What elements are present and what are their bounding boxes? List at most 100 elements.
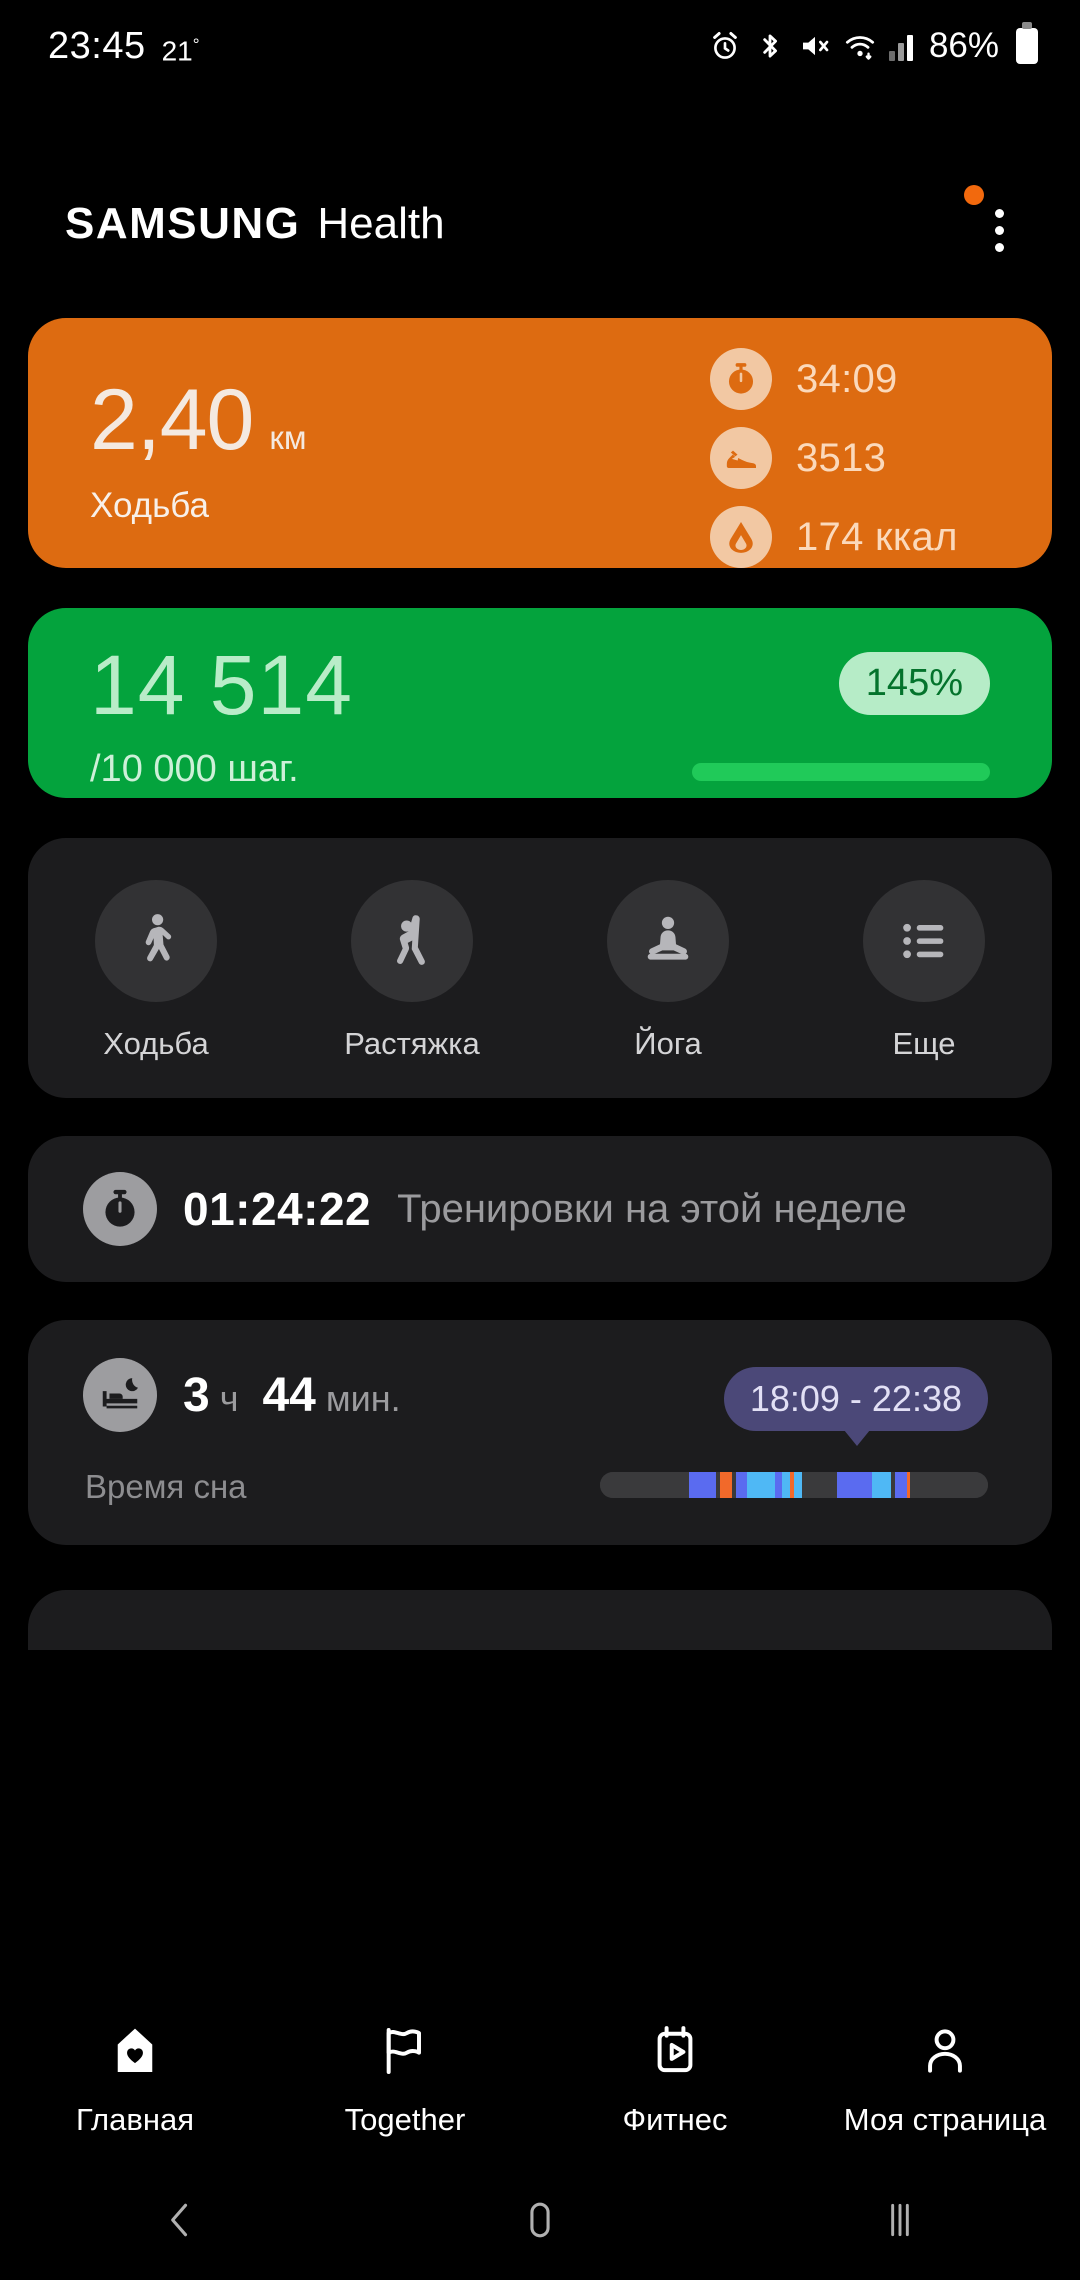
wifi-icon [845,36,875,60]
exercise-steps: 3513 [796,435,887,480]
nav-item-my-page[interactable]: Моя страница [810,2023,1080,2138]
steps-card[interactable]: 14 514 /10 000 шаг. 145% [28,608,1052,798]
exercise-stats: 34:09 3513 174 ккал [710,348,958,568]
person-icon [917,2023,973,2084]
stopwatch-icon [83,1172,157,1246]
status-bar-left: 23:45 21° [48,26,200,66]
sleep-stage-segment [747,1472,775,1498]
flag-icon [377,2023,433,2084]
flame-icon [710,506,772,568]
sleep-stage-segment [735,1472,748,1498]
steps-goal: /10 000 шаг. [90,748,299,790]
shortcut-label: Ходьба [103,1026,209,1061]
sleep-stage-segment [836,1472,872,1498]
exercise-card[interactable]: 2,40 км Ходьба 34:09 3513 174 ккал [28,318,1052,568]
more-dot [994,242,1004,252]
activity-shortcuts-card: Ходьба Растяжка Йога Еще [28,838,1052,1098]
nav-label: Фитнес [622,2101,728,2137]
sleep-duration: 3 ч 44 мин. [183,1368,401,1423]
app-logo: SAMSUNG Health [65,199,445,249]
shortcut-label: Еще [892,1026,956,1061]
home-icon [530,2202,550,2238]
sleep-stage-segment [894,1472,907,1498]
sleep-stage-segment [801,1472,837,1498]
back-icon [171,2203,188,2237]
more-dot [994,208,1004,218]
sleep-hours: 3 [183,1368,210,1422]
workout-card[interactable]: 01:24:22 Тренировки на этой неделе [28,1136,1052,1282]
exercise-type-label: Ходьба [90,486,210,525]
battery-icon [1016,22,1038,64]
list-more-icon [863,880,985,1002]
shortcut-label: Йога [634,1026,702,1061]
sleep-stage-segment [720,1472,732,1498]
stopwatch-icon [710,348,772,410]
steps-count: 14 514 [90,638,353,732]
brand-samsung: SAMSUNG [65,199,301,248]
recents-icon [891,2203,909,2237]
shortcut-yoga[interactable]: Йога [540,880,796,1062]
next-card-peek[interactable] [28,1590,1052,1650]
activity-shortcuts-row: Ходьба Растяжка Йога Еще [28,880,1052,1062]
more-options-button[interactable] [964,185,1034,269]
bottom-navigation: Главная Together Фитнес Моя страница [0,2000,1080,2160]
home-heart-icon [107,2023,163,2084]
nav-label: Together [344,2101,466,2137]
shortcut-stretching[interactable]: Растяжка [284,880,540,1062]
sleep-summary: 3 ч 44 мин. [83,1358,401,1432]
steps-percent-badge: 145% [838,652,990,715]
status-temperature: 21° [161,34,200,67]
app-name-health: Health [317,199,445,248]
sleep-stage-segment [689,1472,717,1498]
steps-progress-bar [692,763,990,781]
sleep-stage-segment [871,1472,891,1498]
app-bar: SAMSUNG Health [0,185,1080,295]
exercise-stat-row: 174 ккал [710,506,958,568]
exercise-calories: 174 ккал [796,514,958,559]
sleep-label: Время сна [85,1468,247,1505]
sleep-range-tooltip: 18:09 - 22:38 [723,1367,988,1446]
shortcut-walking[interactable]: Ходьба [28,880,284,1062]
back-button[interactable] [0,2198,360,2242]
nav-item-fitness[interactable]: Фитнес [540,2023,810,2138]
stretching-icon [351,880,473,1002]
exercise-summary: 2,40 км Ходьба [90,376,307,526]
shoe-icon [710,427,772,489]
sleep-stage-segment [600,1472,690,1498]
sleep-stage-bar [600,1472,988,1498]
sleep-minutes: 44 [262,1368,316,1422]
sleep-stage-segment [782,1472,791,1498]
walking-icon [95,880,217,1002]
nav-label: Главная [76,2101,194,2137]
exercise-duration: 34:09 [796,356,898,401]
exercise-stat-row: 3513 [710,427,958,489]
status-time: 23:45 [48,24,146,67]
notification-dot [964,185,984,205]
exercise-stat-row: 34:09 [710,348,958,410]
sleep-hours-unit: ч [219,1377,239,1419]
signal-icon [888,31,913,61]
nav-label: Моя страница [843,2101,1047,2137]
recents-button[interactable] [720,2198,1080,2242]
workout-duration: 01:24:22 [183,1183,372,1235]
sleep-stage-segment [793,1472,802,1498]
sleep-stage-segment [910,1472,988,1498]
sleep-card[interactable]: 3 ч 44 мин. Время сна 18:09 - 22:38 [28,1320,1052,1545]
shortcut-more[interactable]: Еще [796,880,1052,1062]
bluetooth-icon [763,34,777,58]
nav-item-home[interactable]: Главная [0,2023,270,2138]
fitness-video-icon [647,2023,703,2084]
exercise-distance-value: 2,40 [90,372,254,468]
yoga-icon [607,880,729,1002]
alarm-icon [713,32,737,59]
workout-label: Тренировки на этой неделе [397,1186,907,1231]
exercise-distance-unit: км [269,419,307,456]
phone-screen: 23:45 21° 86% SAMSUNG Health 2,40 км Ход… [0,0,1080,2280]
nav-item-together[interactable]: Together [270,2023,540,2138]
home-button[interactable] [360,2198,720,2242]
workout-summary: 01:24:22 Тренировки на этой неделе [83,1172,907,1246]
more-dot [994,225,1004,235]
mute-icon [802,36,829,56]
bed-moon-icon [83,1358,157,1432]
battery-percent: 86% [928,26,999,65]
